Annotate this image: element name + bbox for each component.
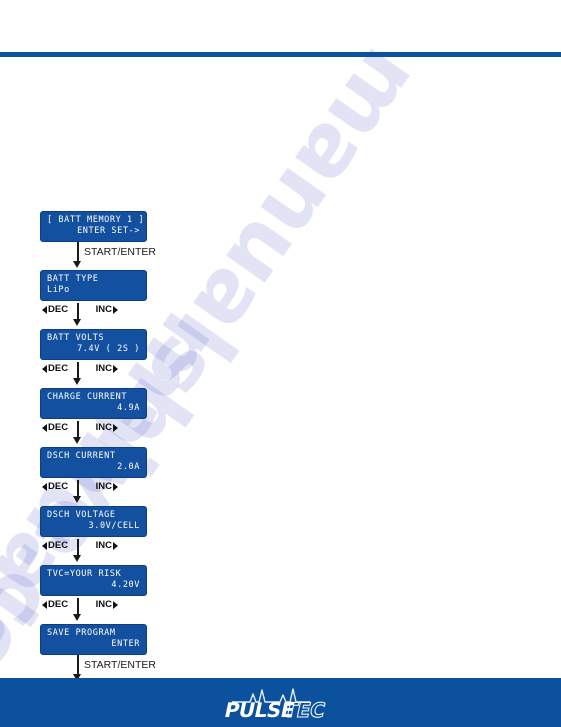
triangle-left-icon <box>42 423 47 432</box>
lcd-line-2: ENTER SET-> <box>77 226 140 236</box>
dec-inc-control-hint: DEC INC <box>40 422 118 433</box>
lcd-line-1: DSCH CURRENT <box>47 451 116 461</box>
triangle-right-icon <box>113 305 118 314</box>
inc-button-hint[interactable]: INC <box>96 304 118 315</box>
dec-inc-control-hint: DEC INC <box>40 481 118 492</box>
pulse-waveform-icon: PULSE TEC <box>222 687 327 720</box>
lcd-line-1: BATT VOLTS <box>47 333 105 343</box>
flow-connector-start-enter-1: START/ENTER <box>40 242 220 270</box>
triangle-right-icon <box>113 482 118 491</box>
lcd-line-1: BATT TYPE <box>47 274 99 284</box>
flow-connector-dec-inc-2: DEC INC <box>40 360 220 388</box>
inc-label: INC <box>95 481 112 492</box>
lcd-line-2: LiPo <box>47 285 70 295</box>
arrow-down-icon <box>73 378 81 385</box>
dec-label: DEC <box>48 599 69 610</box>
lcd-line-2: 7.4V ( 2S ) <box>77 344 140 354</box>
flow-connector-dec-inc-4: DEC INC <box>40 478 220 506</box>
triangle-right-icon <box>113 364 118 373</box>
header-divider-rule <box>0 52 561 57</box>
triangle-right-icon <box>113 541 118 550</box>
dec-inc-control-hint: DEC INC <box>40 540 118 551</box>
flow-connector-dec-inc-1: DEC INC <box>40 301 220 329</box>
arrow-down-icon <box>73 261 81 268</box>
dec-button-hint[interactable]: DEC <box>42 481 68 492</box>
lcd-line-1: SAVE PROGRAM <box>47 628 116 638</box>
lcd-screen-dsch-voltage: DSCH VOLTAGE 3.0V/CELL <box>40 506 147 537</box>
arrow-down-icon <box>73 555 81 562</box>
arrow-down-icon <box>73 437 81 444</box>
lcd-line-1: [ BATT MEMORY 1 ] <box>47 215 145 225</box>
brand-logo: PULSE TEC <box>0 678 561 727</box>
triangle-left-icon <box>42 364 47 373</box>
dec-label: DEC <box>48 481 69 492</box>
lcd-screen-charge-current: CHARGE CURRENT 4.9A <box>40 388 147 419</box>
lcd-line-1: DSCH VOLTAGE <box>47 510 116 520</box>
arrow-down-icon <box>73 319 81 326</box>
inc-button-hint[interactable]: INC <box>96 422 118 433</box>
inc-label: INC <box>95 363 112 374</box>
inc-label: INC <box>95 304 112 315</box>
lcd-screen-tvc-your-risk: TVC=YOUR RISK 4.20V <box>40 565 147 596</box>
dec-button-hint[interactable]: DEC <box>42 363 68 374</box>
lcd-screen-save-program: SAVE PROGRAM ENTER <box>40 624 147 655</box>
connector-label: START/ENTER <box>84 659 156 671</box>
arrow-down-icon <box>73 614 81 621</box>
flow-connector-dec-inc-5: DEC INC <box>40 537 220 565</box>
triangle-right-icon <box>113 423 118 432</box>
footer-band: PULSE TEC <box>0 678 561 727</box>
inc-button-hint[interactable]: INC <box>96 363 118 374</box>
dec-label: DEC <box>48 363 69 374</box>
lcd-line-2: ENTER <box>111 639 140 649</box>
dec-label: DEC <box>48 304 69 315</box>
triangle-left-icon <box>42 305 47 314</box>
dec-button-hint[interactable]: DEC <box>42 599 68 610</box>
connector-label: START/ENTER <box>84 246 156 258</box>
connector-line <box>77 242 79 263</box>
triangle-left-icon <box>42 600 47 609</box>
lcd-screen-batt-volts: BATT VOLTS 7.4V ( 2S ) <box>40 329 147 360</box>
lcd-line-1: CHARGE CURRENT <box>47 392 128 402</box>
lcd-line-2: 4.9A <box>117 403 140 413</box>
inc-button-hint[interactable]: INC <box>96 481 118 492</box>
lcd-line-2: 3.0V/CELL <box>88 521 140 531</box>
dec-button-hint[interactable]: DEC <box>42 422 68 433</box>
dec-inc-control-hint: DEC INC <box>40 363 118 374</box>
lcd-screen-batt-memory: [ BATT MEMORY 1 ] ENTER SET-> <box>40 211 147 242</box>
flow-connector-dec-inc-3: DEC INC <box>40 419 220 447</box>
dec-button-hint[interactable]: DEC <box>42 304 68 315</box>
dec-inc-control-hint: DEC INC <box>40 599 118 610</box>
brand-wordmark-secondary: TEC <box>281 698 327 720</box>
connector-line <box>77 655 79 676</box>
lcd-line-2: 4.20V <box>111 580 140 590</box>
inc-label: INC <box>95 599 112 610</box>
lcd-line-2: 2.0A <box>117 462 140 472</box>
triangle-right-icon <box>113 600 118 609</box>
inc-label: INC <box>95 422 112 433</box>
inc-label: INC <box>95 540 112 551</box>
lcd-flow-diagram: [ BATT MEMORY 1 ] ENTER SET-> START/ENTER B… <box>40 211 220 681</box>
lcd-line-1: TVC=YOUR RISK <box>47 569 122 579</box>
triangle-left-icon <box>42 482 47 491</box>
dec-label: DEC <box>48 422 69 433</box>
triangle-left-icon <box>42 541 47 550</box>
inc-button-hint[interactable]: INC <box>96 599 118 610</box>
lcd-screen-dsch-current: DSCH CURRENT 2.0A <box>40 447 147 478</box>
lcd-screen-batt-type: BATT TYPE LiPo <box>40 270 147 301</box>
inc-button-hint[interactable]: INC <box>96 540 118 551</box>
flow-connector-dec-inc-6: DEC INC <box>40 596 220 624</box>
arrow-down-icon <box>73 496 81 503</box>
dec-label: DEC <box>48 540 69 551</box>
dec-button-hint[interactable]: DEC <box>42 540 68 551</box>
dec-inc-control-hint: DEC INC <box>40 304 118 315</box>
